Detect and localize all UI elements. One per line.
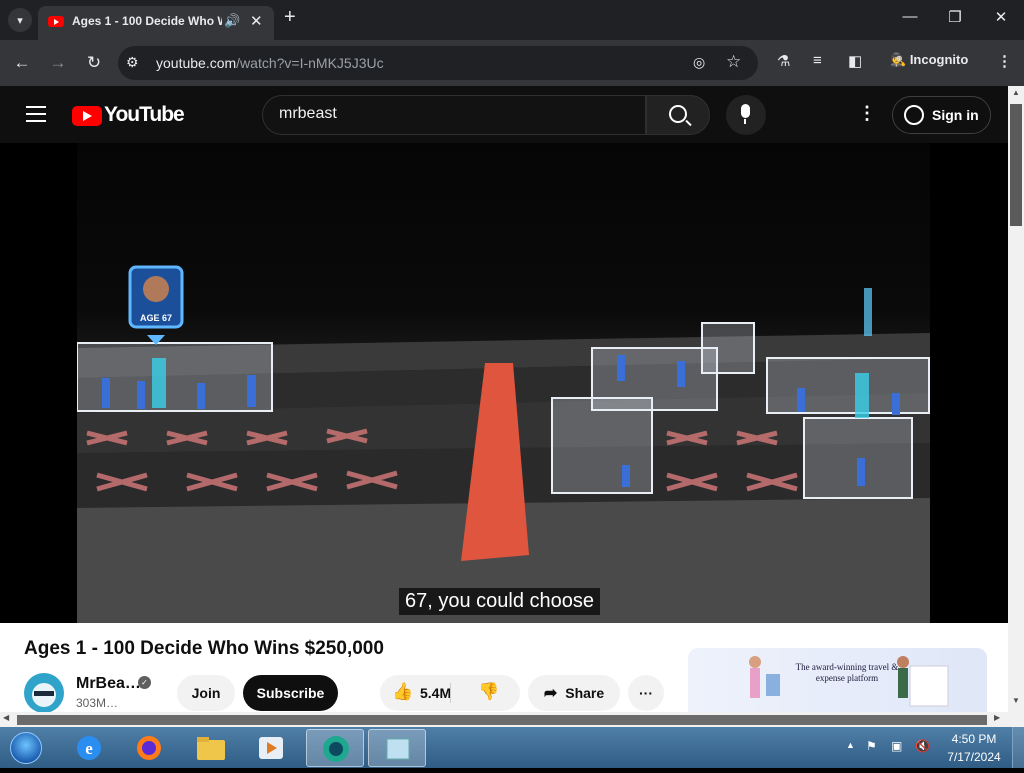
volume-muted-icon[interactable]: 🔇 xyxy=(915,739,930,753)
menu-icon[interactable]: ⋮ xyxy=(997,52,1012,70)
firefox-icon xyxy=(137,736,161,760)
thumbs-up-icon[interactable]: 👍 xyxy=(392,682,413,702)
voice-search-button[interactable] xyxy=(726,95,766,135)
subscriber-count: 303M… xyxy=(76,696,119,710)
clock-time[interactable]: 4:50 PM xyxy=(942,732,1006,746)
url-path: /watch?v=I-nMKJ5J3Uc xyxy=(236,55,384,71)
scroll-left-arrow-icon[interactable]: ◀ xyxy=(3,713,9,722)
channel-avatar-art xyxy=(32,683,56,707)
like-divider xyxy=(450,683,451,703)
more-options-icon[interactable]: ⋮ xyxy=(858,103,876,124)
age-badge-label: AGE 67 xyxy=(140,313,172,323)
start-button[interactable] xyxy=(4,728,46,768)
speaker-icon[interactable]: 🔊 xyxy=(224,13,240,29)
search-box xyxy=(262,95,646,135)
youtube-header: YouTube ⋮ Sign in xyxy=(0,86,1008,143)
sign-in-button[interactable]: Sign in xyxy=(892,96,991,134)
taskbar-firefox[interactable] xyxy=(120,729,178,767)
site-info-icon[interactable]: ⚙ xyxy=(126,54,139,71)
highlight-beam xyxy=(152,358,166,408)
forward-icon[interactable]: → xyxy=(46,51,70,75)
vertical-scroll-thumb[interactable] xyxy=(1010,104,1022,226)
incognito-indicator[interactable]: 🕵 Incognito xyxy=(890,52,968,68)
video-frame-scene: AGE 67 xyxy=(77,265,930,623)
star-icon[interactable]: ☆ xyxy=(726,52,741,72)
like-dislike-group: 👍 5.4M 👎 xyxy=(380,675,520,711)
media-queue-icon[interactable]: ≡ xyxy=(813,52,822,69)
youtube-favicon xyxy=(48,16,64,27)
search-button[interactable] xyxy=(646,95,710,135)
minimize-icon[interactable]: — xyxy=(895,8,925,25)
video-info-area: Ages 1 - 100 Decide Who Wins $250,000 Mr… xyxy=(0,623,1008,713)
channel-avatar[interactable] xyxy=(24,673,64,713)
verified-icon: ✓ xyxy=(138,676,151,689)
scroll-up-arrow-icon[interactable]: ▲ xyxy=(1008,88,1024,97)
youtube-logo-icon[interactable] xyxy=(72,106,102,126)
horizontal-scroll-thumb[interactable] xyxy=(17,715,987,725)
like-count[interactable]: 5.4M xyxy=(420,685,451,701)
video-title: Ages 1 - 100 Decide Who Wins $250,000 xyxy=(24,638,384,659)
taskbar-internet-explorer[interactable]: e xyxy=(60,729,118,767)
video-player[interactable]: AGE 67 xyxy=(77,143,930,623)
tab-title: Ages 1 - 100 Decide Who Wins $250,000 xyxy=(72,14,222,28)
tab-search-icon[interactable]: ▾ xyxy=(8,8,32,32)
url-host: youtube.com xyxy=(156,55,237,71)
new-tab-button[interactable]: + xyxy=(284,6,296,29)
network-icon[interactable]: ▣ xyxy=(891,739,902,753)
url-text[interactable]: youtube.com/watch?v=I-nMKJ5J3Uc xyxy=(156,55,384,71)
ad-banner[interactable]: The award-winning travel & expense platf… xyxy=(688,648,987,712)
address-bar[interactable]: ⚙ youtube.com/watch?v=I-nMKJ5J3Uc ◎ ☆ xyxy=(118,46,758,80)
incognito-icon: 🕵 xyxy=(890,52,910,67)
taskbar-notepad[interactable] xyxy=(368,729,426,767)
share-icon: ➦ xyxy=(543,685,558,702)
search-input[interactable] xyxy=(279,105,619,123)
ad-text: The award-winning travel & expense platf… xyxy=(795,662,899,683)
taskbar-active-app[interactable] xyxy=(306,729,364,767)
app-circle-icon xyxy=(323,736,349,762)
media-player-icon xyxy=(259,737,283,759)
clock-date[interactable]: 7/17/2024 xyxy=(942,750,1006,764)
restore-icon[interactable]: ❐ xyxy=(940,8,970,26)
close-tab-icon[interactable]: ✕ xyxy=(250,12,263,30)
sign-in-label: Sign in xyxy=(932,107,979,123)
taskbar-media-player[interactable] xyxy=(242,729,300,767)
hamburger-menu-icon[interactable] xyxy=(26,106,46,122)
tab-strip: ▾ Ages 1 - 100 Decide Who Wins $250,000 … xyxy=(0,0,1024,40)
join-button[interactable]: Join xyxy=(177,675,235,711)
show-desktop-button[interactable] xyxy=(1012,727,1024,768)
thumbs-down-icon[interactable]: 👎 xyxy=(478,682,499,702)
microphone-icon xyxy=(741,104,750,124)
incognito-label: Incognito xyxy=(909,52,969,67)
folder-icon xyxy=(197,737,225,760)
scroll-right-arrow-icon[interactable]: ▶ xyxy=(994,713,1000,722)
eye-slash-icon[interactable]: ◎ xyxy=(693,54,705,71)
contestant-portrait xyxy=(143,276,169,302)
browser-toolbar: ← → ↻ ⚙ youtube.com/watch?v=I-nMKJ5J3Uc … xyxy=(0,40,1024,86)
share-label: Share xyxy=(565,685,605,701)
search-icon xyxy=(669,105,687,123)
active-tab[interactable]: Ages 1 - 100 Decide Who Wins $250,000 🔊 … xyxy=(38,6,274,40)
taskbar-file-explorer[interactable] xyxy=(182,729,240,767)
windows-logo-icon xyxy=(10,732,42,764)
svg-text:e: e xyxy=(85,739,93,758)
tray-expand-icon[interactable]: ▲ xyxy=(846,740,855,750)
side-panel-icon[interactable]: ◧ xyxy=(848,52,862,70)
channel-name[interactable]: MrBea… xyxy=(76,675,141,693)
more-actions-button[interactable]: ··· xyxy=(628,675,664,711)
youtube-logo-text[interactable]: YouTube xyxy=(104,103,185,127)
flag-icon[interactable]: ⚑ xyxy=(866,739,877,753)
back-icon[interactable]: ← xyxy=(10,51,34,75)
floating-marker xyxy=(864,288,872,336)
video-caption: 67, you could choose xyxy=(399,588,601,615)
labs-icon[interactable]: ⚗ xyxy=(777,52,790,70)
highlight-beam xyxy=(855,373,869,418)
share-button[interactable]: ➦ Share xyxy=(528,675,620,711)
close-window-icon[interactable]: ✕ xyxy=(986,8,1016,26)
reload-icon[interactable]: ↻ xyxy=(82,51,106,75)
scroll-down-arrow-icon[interactable]: ▼ xyxy=(1008,696,1024,705)
notepad-icon xyxy=(386,738,410,760)
internet-explorer-icon: e xyxy=(77,736,101,760)
user-icon xyxy=(904,105,924,125)
subscribe-button[interactable]: Subscribe xyxy=(243,675,338,711)
